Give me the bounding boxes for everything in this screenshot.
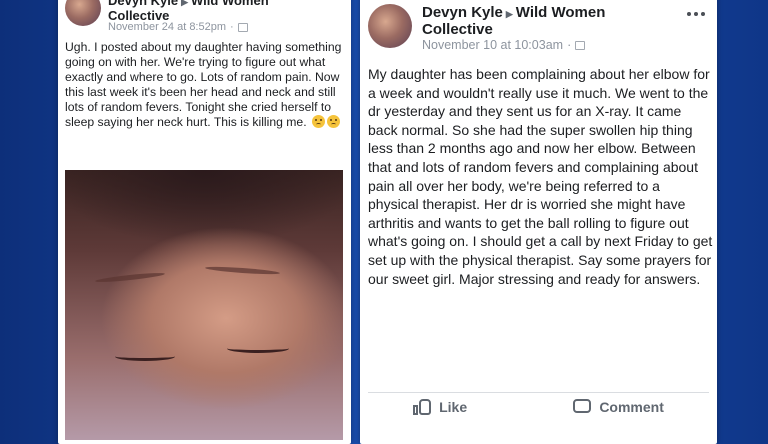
post-timestamp[interactable]: November 10 at 10:03am [422,38,563,52]
photo-detail [94,271,166,284]
action-divider [368,392,709,393]
arrow-right-icon: ▶ [181,0,189,7]
photo-detail [115,352,175,361]
crying-emoji-icon [312,115,325,128]
crying-emoji-icon [327,115,340,128]
arrow-right-icon: ▶ [505,9,513,19]
post-photo[interactable] [65,170,343,440]
post-text: Ugh. I posted about my daughter having s… [65,40,342,129]
post-timestamp[interactable]: November 24 at 8:52pm [108,21,226,33]
comment-button[interactable]: Comment [573,398,664,416]
more-options-icon[interactable] [687,12,705,16]
avatar[interactable] [65,0,101,26]
post-meta: November 24 at 8:52pm · [108,21,248,33]
avatar[interactable] [368,4,412,48]
post-actions: Like Comment [360,398,717,416]
post-body: Ugh. I posted about my daughter having s… [65,40,347,130]
post-body: My daughter has been complaining about h… [368,66,713,287]
author-name[interactable]: Devyn Kyle [108,0,178,8]
author-name[interactable]: Devyn Kyle [422,4,503,21]
like-button[interactable]: Like [413,398,467,416]
post-card-right: Devyn Kyle ▶ Wild Women Collective Novembe… [360,0,717,444]
photo-detail [227,344,289,353]
like-icon [413,398,432,416]
like-label: Like [439,399,468,415]
post-card-left: Devyn Kyle ▶ Wild Women Collective Novembe… [58,0,351,444]
globe-icon [575,40,586,50]
post-meta: November 10 at 10:03am · [422,38,586,52]
comment-label: Comment [599,399,664,415]
post-author-line: Devyn Kyle ▶ Wild Women Collective [422,4,662,39]
comment-icon [573,398,592,416]
photo-detail [204,265,281,276]
globe-icon [237,22,248,32]
